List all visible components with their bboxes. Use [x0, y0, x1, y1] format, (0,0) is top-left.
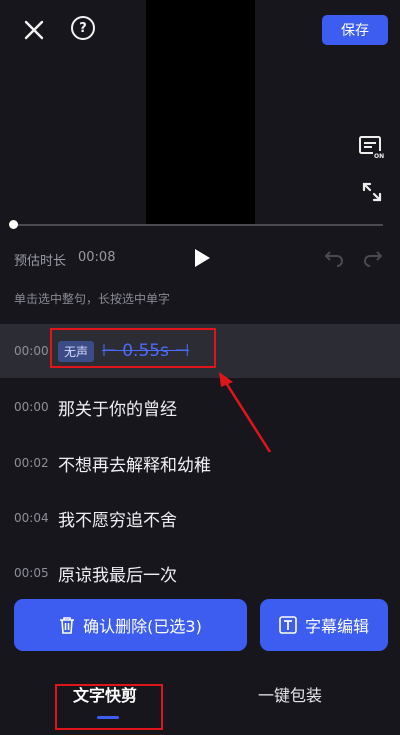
confirm-delete-label: 确认删除(已选3)	[83, 617, 202, 636]
segment-text: 原谅我最后一次	[58, 565, 177, 586]
close-icon	[24, 20, 44, 40]
annotation-highlight-box	[50, 328, 216, 368]
fullscreen-button[interactable]	[358, 178, 386, 206]
subtitle-on-icon: ON	[359, 136, 385, 160]
undo-button[interactable]	[323, 247, 345, 269]
segment-row[interactable]: 00:00 那关于你的曾经	[0, 380, 400, 434]
segment-row[interactable]: 00:04 我不愿穷追不舍	[0, 491, 400, 545]
play-icon	[195, 249, 210, 267]
redo-icon	[364, 251, 383, 267]
progress-track[interactable]	[13, 224, 383, 226]
segment-text: 那关于你的曾经	[58, 399, 177, 420]
save-button[interactable]: 保存	[322, 15, 388, 45]
tab-one-click-pack[interactable]: 一键包装	[258, 682, 322, 706]
annotation-tab-box	[55, 684, 163, 730]
segment-row[interactable]: 00:02 不想再去解释和幼稚	[0, 436, 400, 490]
undo-icon	[324, 251, 343, 267]
play-button[interactable]	[190, 246, 214, 270]
confirm-delete-button[interactable]: 确认删除(已选3)	[14, 599, 247, 651]
duration-value: 00:08	[78, 250, 116, 265]
segment-time: 00:00	[14, 400, 49, 414]
svg-text:ON: ON	[374, 153, 384, 160]
selection-hint: 单击选中整句，长按选中单字	[14, 292, 171, 306]
subtitle-toggle-button[interactable]: ON	[356, 134, 388, 162]
segment-time: 00:04	[14, 511, 49, 525]
text-box-icon	[279, 616, 297, 634]
annotation-arrow-icon	[219, 372, 272, 453]
redo-button[interactable]	[362, 247, 384, 269]
help-button[interactable]: ?	[68, 13, 98, 43]
trash-icon	[60, 617, 75, 634]
progress-thumb[interactable]	[9, 220, 18, 229]
close-button[interactable]	[18, 14, 50, 46]
help-icon: ?	[71, 16, 95, 40]
duration-label: 预估时长	[14, 254, 67, 269]
expand-icon	[362, 182, 382, 202]
subtitle-edit-button[interactable]: 字幕编辑	[260, 599, 388, 651]
segment-text: 不想再去解释和幼稚	[58, 455, 211, 476]
segment-text: 我不愿穷追不舍	[58, 510, 177, 531]
segment-time: 00:05	[14, 566, 49, 580]
video-preview[interactable]	[146, 0, 255, 224]
subtitle-edit-label: 字幕编辑	[304, 617, 369, 636]
segment-time: 00:02	[14, 456, 49, 470]
